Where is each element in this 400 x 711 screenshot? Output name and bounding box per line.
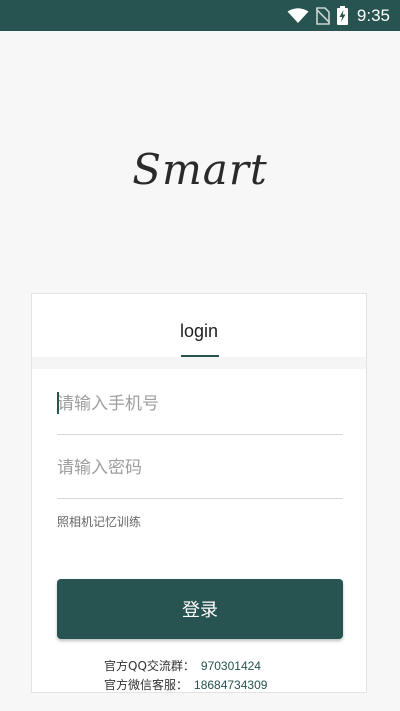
status-bar: 9:35 bbox=[0, 0, 400, 31]
text-cursor bbox=[57, 392, 59, 414]
tab-bar: login bbox=[32, 294, 366, 357]
password-input[interactable] bbox=[57, 448, 343, 488]
login-card: login 照相机记忆训练 登录 官方QQ交流群： 970301424 官方微信客… bbox=[31, 293, 367, 693]
password-field-row bbox=[57, 448, 343, 499]
qq-group-info: 官方QQ交流群： 970301424 bbox=[104, 657, 261, 674]
status-time: 9:35 bbox=[356, 5, 390, 25]
tab-login[interactable]: login bbox=[32, 320, 366, 342]
qq-number[interactable]: 970301424 bbox=[201, 659, 261, 673]
login-button[interactable]: 登录 bbox=[57, 579, 343, 639]
phone-input[interactable] bbox=[57, 384, 343, 424]
wifi-icon bbox=[287, 7, 309, 24]
wechat-label: 官方微信客服： bbox=[104, 678, 189, 692]
status-icons: 9:35 bbox=[287, 0, 390, 31]
no-sim-icon bbox=[315, 6, 330, 25]
wechat-number[interactable]: 18684734309 bbox=[194, 678, 267, 692]
phone-field-row bbox=[57, 384, 343, 435]
memory-training-link[interactable]: 照相机记忆训练 bbox=[57, 513, 141, 530]
battery-charging-icon bbox=[336, 6, 348, 25]
qq-label: 官方QQ交流群： bbox=[104, 659, 195, 673]
wechat-service-info: 官方微信客服： 18684734309 bbox=[104, 676, 267, 693]
app-logo: Smart bbox=[132, 145, 268, 194]
divider bbox=[32, 357, 366, 369]
